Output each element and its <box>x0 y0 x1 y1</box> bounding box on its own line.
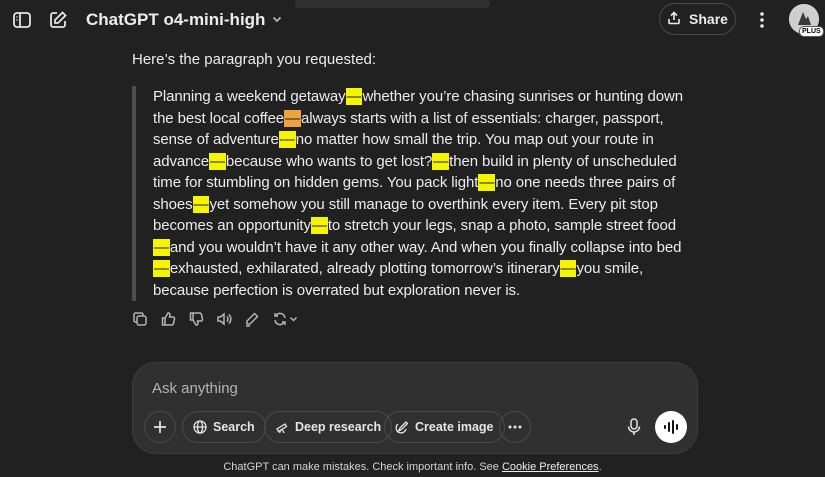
chevron-down-icon <box>271 10 283 30</box>
highlighted-em-dash: — <box>153 238 170 256</box>
model-name: ChatGPT o4-mini-high <box>86 10 266 29</box>
prompt-input[interactable] <box>150 379 614 398</box>
share-button[interactable]: Share <box>659 3 736 35</box>
microphone-icon[interactable] <box>618 411 650 443</box>
voice-mode-button[interactable] <box>655 411 687 443</box>
telescope-icon <box>276 423 288 434</box>
cookie-preferences-link[interactable]: Cookie Preferences <box>502 461 599 473</box>
highlighted-em-dash: — <box>432 152 450 170</box>
blockquote: Planning a weekend getaway—whether you’r… <box>132 86 692 301</box>
share-label: Share <box>689 11 728 27</box>
quoted-paragraph: Planning a weekend getaway—whether you’r… <box>153 86 692 301</box>
search-button[interactable]: Search <box>182 411 266 443</box>
new-chat-icon[interactable] <box>46 8 70 32</box>
thumbs-down-icon[interactable] <box>187 310 205 328</box>
regenerate-icon[interactable] <box>271 310 301 328</box>
paragraph-text: Planning a weekend getaway <box>153 88 346 105</box>
highlighted-em-dash: — <box>284 109 301 127</box>
create-image-label: Create image <box>415 420 494 434</box>
plus-badge: PLUS <box>799 26 824 37</box>
plus-icon <box>154 421 166 433</box>
paragraph-text: exhausted, exhilarated, already plotting… <box>169 260 560 277</box>
avatar[interactable]: PLUS <box>789 4 824 37</box>
create-image-button[interactable]: Create image <box>384 411 505 443</box>
globe-icon <box>193 420 207 434</box>
assistant-intro-text: Here’s the paragraph you requested: <box>132 51 377 68</box>
copy-icon[interactable] <box>131 310 149 328</box>
deep-research-button[interactable]: Deep research <box>264 411 393 443</box>
highlighted-em-dash: — <box>478 174 496 191</box>
paragraph-text: to stretch your legs, snap a photo, samp… <box>327 217 676 234</box>
more-options-icon[interactable] <box>752 8 772 32</box>
highlighted-em-dash: — <box>559 260 577 277</box>
highlighted-em-dash: — <box>209 152 226 170</box>
disclaimer-end: . <box>598 461 602 473</box>
image-brush-icon <box>395 421 409 434</box>
deep-research-label: Deep research <box>295 420 382 434</box>
disclaimer: ChatGPT can make mistakes. Check importa… <box>0 461 825 473</box>
highlighted-em-dash: — <box>192 195 210 213</box>
paragraph-text: and you wouldn’t have it any other way. … <box>169 238 682 256</box>
highlighted-em-dash: — <box>278 131 296 148</box>
disclaimer-text: ChatGPT can make mistakes. Check importa… <box>223 461 502 473</box>
paragraph-text: because who wants to get lost? <box>225 152 433 170</box>
top-bar: ChatGPT o4-mini-high Share PLUS <box>0 0 825 40</box>
composer: Search Deep research Create image <box>132 362 698 454</box>
highlighted-em-dash: — <box>345 88 363 105</box>
waveform-icon <box>664 420 678 434</box>
model-selector-button[interactable]: ChatGPT o4-mini-high <box>78 6 291 34</box>
read-aloud-icon[interactable] <box>215 310 233 328</box>
edit-icon[interactable] <box>243 310 261 328</box>
sidebar-toggle-icon[interactable] <box>10 8 34 32</box>
ellipsis-icon <box>508 425 522 429</box>
highlighted-em-dash: — <box>310 217 328 234</box>
search-label: Search <box>213 420 255 434</box>
scroll-fade <box>295 0 490 8</box>
message-actions <box>131 310 301 330</box>
more-tools-button[interactable] <box>499 411 531 443</box>
thumbs-up-icon[interactable] <box>159 310 177 328</box>
share-icon <box>667 10 681 28</box>
attach-button[interactable] <box>144 411 176 443</box>
highlighted-em-dash: — <box>153 260 170 277</box>
